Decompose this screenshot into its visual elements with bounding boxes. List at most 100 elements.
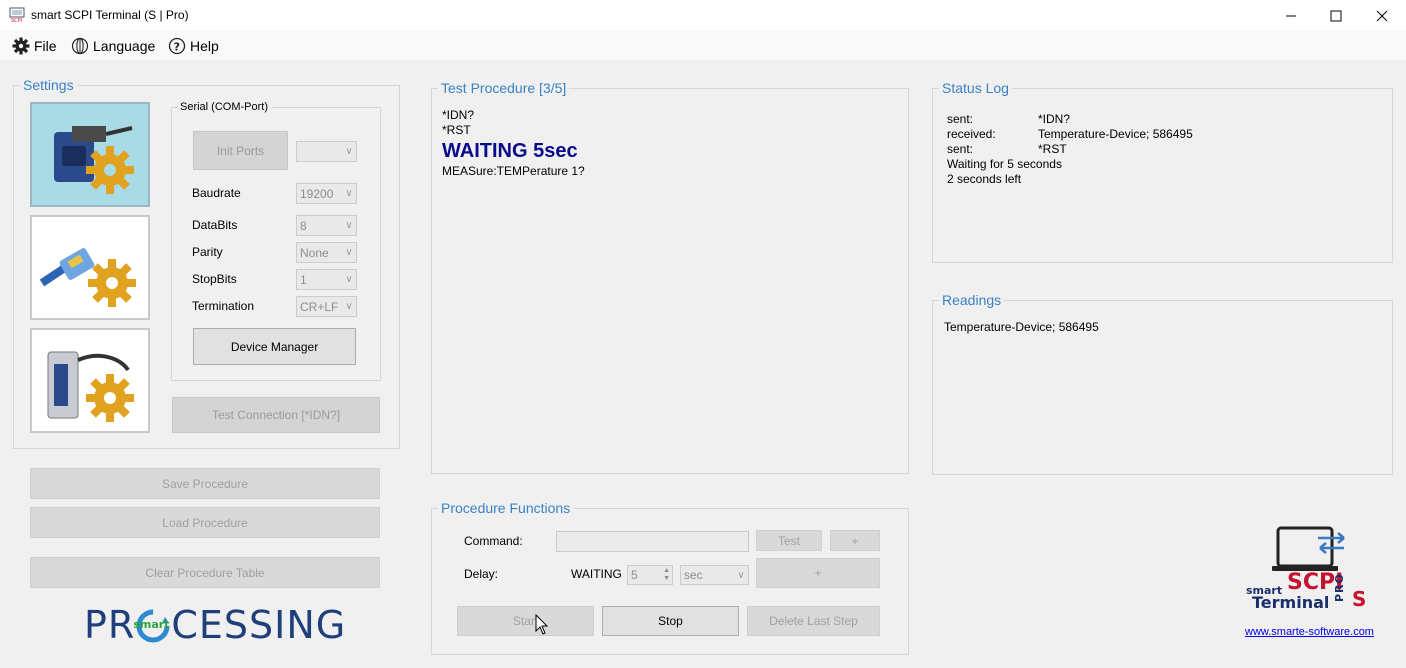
chevron-down-icon: ∨ [345,146,353,157]
command-label: Command: [464,534,523,548]
command-input[interactable] [556,531,749,552]
init-ports-button[interactable]: Init Ports [193,131,288,170]
menu-help[interactable]: ? Help [168,36,219,56]
stopbits-label: StopBits [192,272,237,286]
processing-logo-left: PR [84,603,136,647]
stopbits-select[interactable]: 1 ∨ [296,269,357,290]
processing-logo: PR smart CESSING [84,603,346,647]
start-button[interactable]: Start [457,606,594,636]
stopbits-value: 1 [300,272,307,287]
delay-unit-select[interactable]: sec ∨ [680,565,749,585]
baudrate-label: Baudrate [192,186,241,200]
gpib-connector-icon [47,351,134,422]
readings-title: Readings [939,292,1005,308]
procedure-functions-title: Procedure Functions [438,500,574,516]
delete-last-step-button[interactable]: Delete Last Step [747,606,880,636]
globe-icon [71,37,89,55]
com-port-select[interactable]: ∨ [296,141,357,162]
maximize-icon [1330,10,1342,21]
parity-label: Parity [192,245,223,259]
log-line: 2 seconds left [947,172,1022,186]
minimize-button[interactable] [1268,0,1314,31]
log-key: sent: [947,112,974,126]
add-command-button[interactable]: + [830,530,880,551]
gear-icon [12,37,30,55]
brand-s: S [1352,587,1367,611]
svg-text:?: ? [174,40,180,53]
parity-value: None [300,245,329,260]
log-entry: sent: *RST [947,142,1193,157]
settings-title: Settings [20,77,77,93]
processing-badge: smart [133,618,170,631]
chevron-down-icon: ∨ [345,274,353,285]
help-icon: ? [168,37,186,55]
procedure-step-current: WAITING 5sec [442,140,578,162]
maximize-button[interactable] [1313,0,1359,31]
website-link[interactable]: www.smarte-software.com [1245,626,1374,638]
ethernet-interface-option[interactable] [30,215,150,320]
serial-group-title: Serial (COM-Port) [177,101,272,113]
close-button[interactable] [1359,0,1405,31]
menu-language[interactable]: Language [71,36,155,56]
clear-procedure-table-button[interactable]: Clear Procedure Table [30,557,380,588]
spinner-arrows-icon[interactable]: ▲ ▼ [663,567,672,583]
procedure-step: MEASure:TEMPerature 1? [442,164,585,178]
termination-label: Termination [192,299,255,313]
processing-cycle-icon: smart [133,608,170,643]
readings-value: Temperature-Device; 586495 [944,320,1099,334]
procedure-step: *RST [442,123,471,137]
log-entry: received: Temperature-Device; 586495 [947,127,1193,142]
databits-label: DataBits [192,218,238,232]
parity-select[interactable]: None ∨ [296,242,357,263]
delay-label: Delay: [464,567,499,581]
test-command-button[interactable]: Test [756,530,822,551]
mouse-cursor-icon [535,613,549,639]
load-procedure-button[interactable]: Load Procedure [30,507,380,538]
termination-value: CR+LF [300,299,339,314]
baudrate-select[interactable]: 19200 ∨ [296,183,357,204]
status-log-title: Status Log [939,80,1012,96]
brand-terminal: Terminal [1252,593,1330,612]
add-delay-button[interactable]: + [756,558,880,588]
termination-select[interactable]: CR+LF ∨ [296,296,357,317]
delay-unit-value: sec [684,568,703,582]
menu-help-label: Help [190,38,219,54]
log-key: received: [947,127,996,141]
procedure-step: *IDN? [442,108,475,122]
databits-value: 8 [300,218,307,233]
stop-button[interactable]: Stop [602,606,739,636]
menu-file[interactable]: File [12,36,57,56]
chevron-down-icon: ∨ [737,569,745,581]
device-manager-button[interactable]: Device Manager [193,328,356,365]
minimize-icon [1286,15,1296,16]
log-key: sent: [947,142,974,156]
title-bar [0,0,1406,32]
save-procedure-button[interactable]: Save Procedure [30,468,380,499]
test-procedure-list: *IDN? *RST WAITING 5sec MEASure:TEMPerat… [442,108,585,179]
menu-file-label: File [34,38,57,54]
serial-interface-option[interactable] [30,102,150,207]
test-connection-button[interactable]: Test Connection [*IDN?] [172,397,380,433]
svg-text:SCPI: SCPI [11,18,22,23]
log-value: *RST [1038,142,1067,156]
close-icon [1376,10,1388,21]
baudrate-value: 19200 [300,186,334,201]
app-icon: SCPI [9,7,25,24]
databits-select[interactable]: 8 ∨ [296,215,357,236]
log-value: Temperature-Device; 586495 [1038,127,1193,141]
window-title: smart SCPI Terminal (S | Pro) [31,8,189,22]
log-entry: sent: *IDN? [947,112,1193,127]
serial-connector-icon [54,126,134,194]
chevron-down-icon: ∨ [345,220,353,231]
delay-value: 5 [631,568,638,582]
log-line: Waiting for 5 seconds [947,157,1062,171]
log-value: *IDN? [1038,112,1071,126]
test-procedure-title: Test Procedure [3/5] [438,80,570,96]
delay-spinner[interactable]: 5 ▲ ▼ [627,565,673,585]
waiting-label: WAITING [571,567,622,581]
ethernet-connector-icon [39,248,136,307]
chevron-down-icon: ∨ [345,247,353,258]
gpib-interface-option[interactable] [30,328,150,433]
chevron-down-icon: ∨ [345,188,353,199]
chevron-down-icon: ∨ [345,301,353,312]
